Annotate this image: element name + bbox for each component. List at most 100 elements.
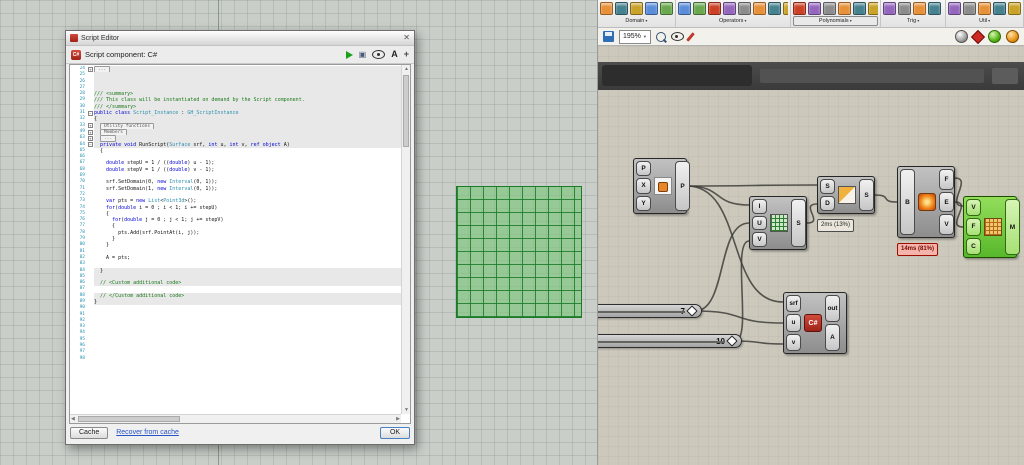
input-port-P[interactable]: P <box>636 161 651 177</box>
component-icon[interactable] <box>927 2 941 15</box>
run-icon[interactable] <box>345 50 353 59</box>
wire[interactable] <box>806 203 818 224</box>
input-port-v[interactable]: v <box>786 333 801 351</box>
preview-custom-icon[interactable] <box>1006 30 1019 43</box>
output-port-P[interactable]: P <box>675 161 690 211</box>
scrollbar-thumb[interactable] <box>78 416 180 422</box>
fold-toggle-icon[interactable]: + <box>88 129 93 135</box>
fold-toggle-icon[interactable]: − <box>88 110 93 116</box>
preview-selected-icon[interactable] <box>988 30 1001 43</box>
component-icon[interactable] <box>822 2 836 15</box>
vertical-scrollbar[interactable]: ▲ ▼ <box>401 65 410 414</box>
output-port-V[interactable]: V <box>939 214 954 236</box>
slider-grip-icon[interactable] <box>726 335 738 347</box>
input-port-V[interactable]: V <box>966 199 981 217</box>
code-line[interactable] <box>94 356 401 362</box>
output-port-E[interactable]: E <box>939 191 954 213</box>
component-icon[interactable] <box>600 2 613 15</box>
component-divide-domain[interactable]: IUV S <box>749 196 807 250</box>
input-port-C[interactable]: C <box>966 237 981 255</box>
wire[interactable] <box>686 184 818 187</box>
component-icon[interactable] <box>792 2 806 15</box>
wire[interactable] <box>734 240 750 342</box>
output-port-S[interactable]: S <box>859 179 874 211</box>
component-icon[interactable] <box>645 2 658 15</box>
scroll-right-icon[interactable]: ▶ <box>396 415 400 423</box>
component-icon[interactable] <box>707 2 721 15</box>
component-icon[interactable] <box>993 2 1007 15</box>
component-construct-mesh[interactable]: VFC M <box>963 196 1020 258</box>
component-csharp-script[interactable]: srf u v C# out A <box>783 292 847 354</box>
script-editor-titlebar[interactable]: Script Editor ✕ <box>66 31 414 46</box>
component-icon[interactable] <box>852 2 866 15</box>
fold-toggle-icon[interactable]: − <box>88 142 93 148</box>
preview-eye-icon[interactable] <box>372 50 386 59</box>
preview-eye-icon[interactable] <box>670 32 684 41</box>
component-icon[interactable] <box>782 2 788 15</box>
component-icon[interactable] <box>1008 2 1022 15</box>
fold-toggle-icon[interactable]: + <box>88 66 93 72</box>
input-port-U[interactable]: U <box>752 215 767 231</box>
ribbon-group-label[interactable]: Domain <box>600 16 673 26</box>
input-port-srf[interactable]: srf <box>786 295 801 313</box>
ribbon-group-label[interactable]: Trig <box>883 16 943 26</box>
input-port-B[interactable]: B <box>900 169 915 235</box>
input-port-D[interactable]: D <box>820 196 835 211</box>
output-port-A[interactable]: A <box>825 324 840 351</box>
code-editor[interactable]: 24 +... 25 26 27 28/// <summary> 29/// This cl… <box>69 64 411 424</box>
input-port-Y[interactable]: Y <box>636 195 651 211</box>
number-slider[interactable]: 10 <box>598 334 742 348</box>
component-icon[interactable] <box>882 2 896 15</box>
component-icon[interactable] <box>660 2 673 15</box>
component-icon[interactable] <box>677 2 691 15</box>
check-code-icon[interactable]: ▣ <box>359 50 367 59</box>
input-port-F[interactable]: F <box>966 218 981 236</box>
ribbon-group-label[interactable]: Util <box>948 16 1021 26</box>
selected-surface-preview[interactable] <box>456 186 582 318</box>
tab-script-component[interactable]: Script component: C# <box>85 50 157 59</box>
wire[interactable] <box>734 340 784 345</box>
component-icon[interactable] <box>615 2 628 15</box>
component-icon[interactable] <box>897 2 911 15</box>
grasshopper-canvas[interactable]: P X Y P I U V S S D S B F E V V F C Msrf u v C# out A 7 10 2ms (13… <box>598 46 1024 465</box>
component-icon[interactable] <box>837 2 851 15</box>
wire[interactable] <box>874 194 898 203</box>
input-port-S[interactable]: S <box>820 179 835 194</box>
save-icon[interactable] <box>603 31 614 42</box>
scrollbar-thumb[interactable] <box>403 75 409 147</box>
fold-toggle-icon[interactable]: + <box>88 123 93 129</box>
component-icon[interactable] <box>737 2 751 15</box>
component-icon[interactable] <box>867 2 878 15</box>
output-port-out[interactable]: out <box>825 295 840 322</box>
number-slider[interactable]: 7 <box>598 304 702 318</box>
script-editor-window[interactable]: Script Editor ✕ C# Script component: C# … <box>65 30 415 445</box>
wire[interactable] <box>694 310 784 324</box>
close-icon[interactable]: ✕ <box>403 34 410 42</box>
component-icon[interactable] <box>752 2 766 15</box>
component-icon[interactable] <box>692 2 706 15</box>
component-plane-surface[interactable]: PXYP <box>633 158 690 214</box>
cache-button[interactable]: Cache <box>70 426 109 439</box>
component-icon[interactable] <box>722 2 736 15</box>
input-port-I[interactable]: I <box>752 199 767 214</box>
sketch-pen-icon[interactable] <box>686 31 695 42</box>
output-port-M[interactable]: M <box>1005 199 1020 255</box>
scroll-left-icon[interactable]: ◀ <box>71 415 75 423</box>
component-isotrim[interactable]: SDS <box>817 176 875 214</box>
scroll-up-icon[interactable]: ▲ <box>404 65 409 73</box>
component-icon[interactable] <box>767 2 781 15</box>
component-icon[interactable] <box>630 2 643 15</box>
component-icon[interactable] <box>948 2 962 15</box>
ribbon-group-label[interactable]: Polynomials <box>792 16 878 26</box>
scroll-down-icon[interactable]: ▼ <box>404 406 409 414</box>
component-icon[interactable] <box>912 2 926 15</box>
preview-shaded-icon[interactable] <box>955 30 968 43</box>
component-icon[interactable] <box>807 2 821 15</box>
font-icon[interactable]: A <box>391 50 398 59</box>
component-deconstruct-brep[interactable]: B FEV <box>897 166 955 238</box>
ribbon-group-label[interactable]: Operators <box>678 16 788 26</box>
navigate-icon[interactable]: + <box>404 50 409 59</box>
output-port-F[interactable]: F <box>939 169 954 190</box>
output-port-S[interactable]: S <box>791 199 806 247</box>
component-icon[interactable] <box>963 2 977 15</box>
